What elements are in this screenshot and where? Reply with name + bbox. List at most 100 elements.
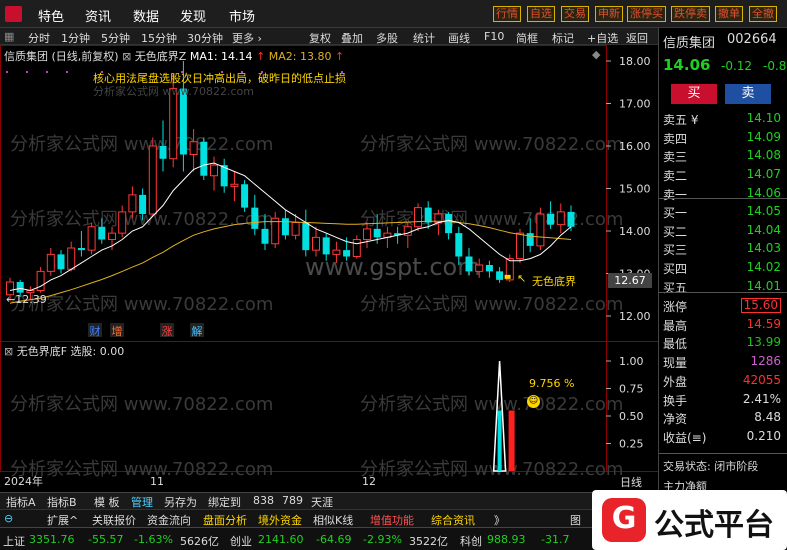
period-label[interactable]: 日线: [620, 474, 642, 490]
sub-pct-label: 9.756 %: [529, 377, 575, 390]
trade-button[interactable]: 交易: [561, 6, 589, 22]
func-capital-flow[interactable]: 资金流向: [147, 512, 191, 528]
bid-row[interactable]: 买四 14.02: [663, 260, 781, 276]
period-intraday[interactable]: 分时: [28, 30, 50, 46]
bid-row[interactable]: 买三 14.03: [663, 241, 781, 257]
close-indicator-icon[interactable]: ⊠: [122, 50, 131, 63]
tab-indicator-b[interactable]: 指标B: [47, 494, 77, 510]
stat-row[interactable]: 现量 1286: [663, 354, 781, 370]
func-foreign-capital[interactable]: 境外资金: [258, 512, 302, 528]
func-market-analysis[interactable]: 盘面分析: [203, 512, 247, 528]
stat-value: 1286: [750, 354, 781, 369]
period-1min[interactable]: 1分钟: [61, 30, 90, 46]
ask-value: 14.09: [746, 129, 781, 144]
event-increase[interactable]: 增: [110, 323, 124, 338]
stat-row[interactable]: 涨停 15.60: [663, 298, 781, 314]
expand-toggle-icon[interactable]: ⊖: [4, 512, 13, 525]
ask-row[interactable]: 卖三 14.08: [663, 148, 781, 164]
sh-index-amount: 5626亿: [180, 535, 219, 548]
func-more[interactable]: 》: [494, 512, 505, 528]
sell-button[interactable]: 卖: [725, 84, 771, 104]
tab-indicator-a[interactable]: 指标A: [6, 494, 36, 510]
stock-title[interactable]: 信质集团 (日线,前复权): [4, 50, 119, 63]
event-limit-up[interactable]: 涨: [160, 323, 174, 338]
sub-tick-label: 0.50: [619, 410, 644, 423]
tab-789[interactable]: 789: [282, 494, 303, 507]
tab-bind-to[interactable]: 绑定到: [208, 494, 241, 510]
sub-indicator-name[interactable]: 无色界底F: [17, 345, 67, 358]
watchlist-button[interactable]: 自选: [527, 6, 555, 22]
cancel-order-button[interactable]: 撤单: [715, 6, 743, 22]
candle-body: [291, 222, 300, 236]
func-similar-kline[interactable]: 相似K线: [313, 512, 353, 528]
ask-row[interactable]: 卖一 14.06: [663, 186, 781, 202]
stat-label: 换手: [663, 393, 688, 408]
ask-row[interactable]: 卖五 ¥ 14.10: [663, 111, 781, 127]
limit-up-buy-button[interactable]: 涨停买: [627, 6, 666, 22]
tab-manage[interactable]: 管理: [131, 494, 153, 510]
stat-row[interactable]: 收益(≡) 0.210: [663, 429, 781, 445]
event-unlock[interactable]: 解: [190, 323, 204, 338]
tool-f10[interactable]: F10: [484, 30, 504, 43]
stat-row[interactable]: 最低 13.99: [663, 335, 781, 351]
kline-chart[interactable]: 分析家公式网 www.70822.com 分析家公式网 www.70822.co…: [0, 45, 658, 492]
func-value-added[interactable]: 增值功能: [370, 512, 414, 528]
bid-label: 买一: [663, 206, 688, 220]
ask-row[interactable]: 卖四 14.09: [663, 130, 781, 146]
period-more[interactable]: 更多 ›: [232, 30, 262, 46]
stat-row[interactable]: 最高 14.59: [663, 317, 781, 333]
chart-title-line: 信质集团 (日线,前复权) ⊠ 无色底界Z MA1: 14.14 ↑ MA2: …: [4, 48, 344, 64]
menu-discover[interactable]: 发现: [180, 6, 206, 25]
tab-tianya[interactable]: 天涯: [311, 494, 333, 510]
cy-index-label[interactable]: 创业: [230, 533, 252, 549]
quote-button[interactable]: 行情: [493, 6, 521, 22]
func-chart[interactable]: 图: [570, 512, 581, 528]
sub-signal-bar: [508, 410, 515, 471]
chart-collapse-icon[interactable]: ◆: [592, 48, 600, 61]
buy-button[interactable]: 买: [671, 84, 717, 104]
period-5min[interactable]: 5分钟: [101, 30, 130, 46]
tool-simple-frame[interactable]: 简框: [516, 30, 538, 46]
app-logo[interactable]: [5, 6, 22, 22]
period-30min[interactable]: 30分钟: [187, 30, 223, 46]
period-menu-icon[interactable]: ▦: [4, 30, 14, 43]
tool-back[interactable]: 返回: [626, 30, 648, 46]
stat-row[interactable]: 外盘 42055: [663, 373, 781, 389]
tab-save-as[interactable]: 另存为: [164, 494, 197, 510]
func-related-quote[interactable]: 关联报价: [92, 512, 136, 528]
bid-row[interactable]: 买二 14.04: [663, 223, 781, 239]
tool-draw[interactable]: 画线: [448, 30, 470, 46]
sub-tick-label: 0.75: [619, 383, 644, 396]
price-tick-label: 14.00: [619, 225, 651, 238]
func-news[interactable]: 综合资讯: [431, 512, 475, 528]
func-expand[interactable]: 扩展^: [47, 512, 78, 528]
sub-close-icon[interactable]: ⊠: [4, 345, 13, 358]
tool-stats[interactable]: 统计: [413, 30, 435, 46]
bid-row[interactable]: 买一 14.05: [663, 204, 781, 220]
period-15min[interactable]: 15分钟: [141, 30, 177, 46]
ask-row[interactable]: 卖二 14.07: [663, 167, 781, 183]
menu-market[interactable]: 市场: [229, 6, 255, 25]
watermark-center: www.gspt.com: [305, 253, 481, 281]
menu-features[interactable]: 特色: [38, 6, 64, 25]
ma1-value: MA1: 14.14: [189, 50, 253, 63]
indicator-name[interactable]: 无色底界Z: [135, 50, 187, 63]
tab-template[interactable]: 模 板: [94, 494, 120, 510]
function-bar: ⊖ 扩展^ 关联报价 资金流向 盘面分析 境外资金 相似K线 增值功能 综合资讯…: [0, 509, 658, 527]
limit-down-sell-button[interactable]: 跌停卖: [671, 6, 710, 22]
cancel-all-button[interactable]: 全撤: [749, 6, 777, 22]
sh-index-label[interactable]: 上证: [3, 533, 25, 549]
tool-multi-stock[interactable]: 多股: [376, 30, 398, 46]
tab-838[interactable]: 838: [253, 494, 274, 507]
stat-row[interactable]: 净资 8.48: [663, 410, 781, 426]
tool-adjust[interactable]: 复权: [309, 30, 331, 46]
tool-overlay[interactable]: 叠加: [341, 30, 363, 46]
menu-news[interactable]: 资讯: [85, 6, 111, 25]
kc-index-label[interactable]: 科创: [460, 533, 482, 549]
menu-data[interactable]: 数据: [133, 6, 159, 25]
tool-add-watch[interactable]: +自选: [587, 30, 618, 46]
event-financial[interactable]: 财: [88, 323, 102, 338]
tool-mark[interactable]: 标记: [552, 30, 574, 46]
stat-row[interactable]: 换手 2.41%: [663, 392, 781, 408]
ipo-button[interactable]: 申新: [595, 6, 623, 22]
